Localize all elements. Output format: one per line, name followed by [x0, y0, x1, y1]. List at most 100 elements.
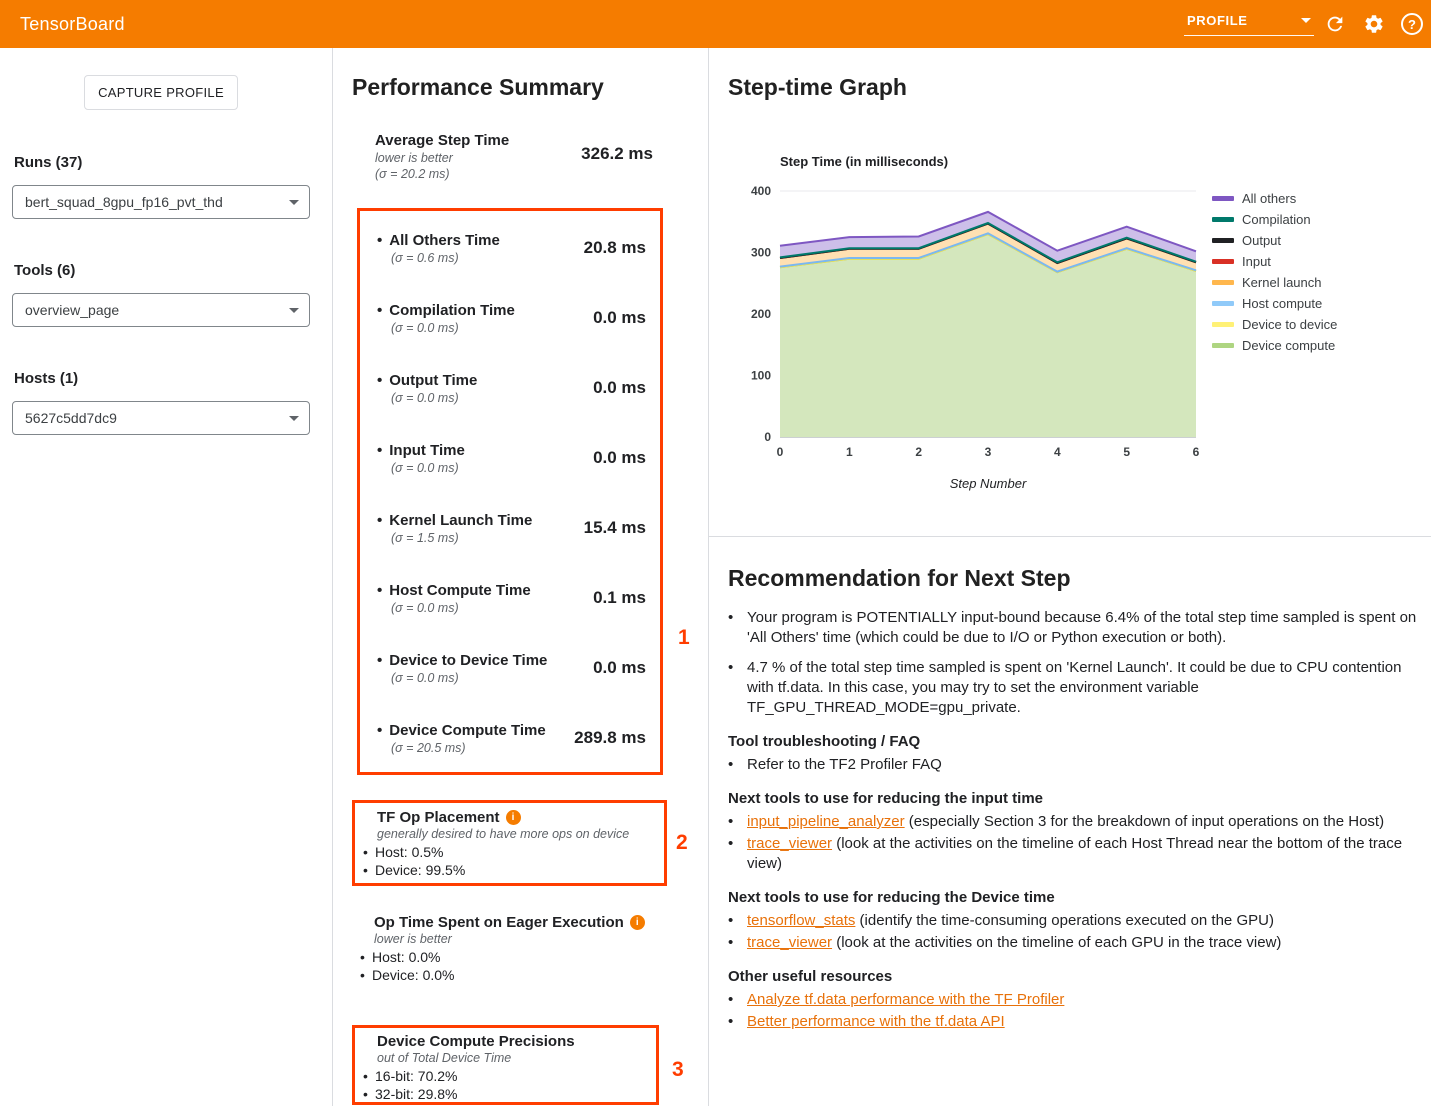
legend-item: Input: [1212, 251, 1337, 272]
tf-op-placement-note: generally desired to have more ops on de…: [377, 827, 664, 841]
sidebar: CAPTURE PROFILE Runs (37) bert_squad_8gp…: [0, 48, 333, 1106]
tools-select[interactable]: overview_page: [12, 293, 310, 327]
legend-item: Output: [1212, 230, 1337, 251]
runs-select[interactable]: bert_squad_8gpu_fp16_pvt_thd: [12, 185, 310, 219]
recommendation-item: tensorflow_stats (identify the time-cons…: [728, 911, 1422, 931]
settings-gear-icon[interactable]: [1363, 13, 1385, 35]
app-title: TensorBoard: [20, 14, 125, 35]
svg-text:100: 100: [751, 369, 771, 383]
average-step-time-label: Average Step Time: [375, 132, 509, 149]
link-analyze-tf-data-performance-with-the-tf-profiler[interactable]: Analyze tf.data performance with the TF …: [747, 991, 1064, 1008]
svg-text:200: 200: [751, 307, 771, 321]
svg-text:300: 300: [751, 246, 771, 260]
annotation-number-2: 2: [676, 831, 688, 855]
legend-swatch: [1212, 280, 1234, 285]
runs-select-value: bert_squad_8gpu_fp16_pvt_thd: [25, 194, 223, 210]
legend-item: Kernel launch: [1212, 272, 1337, 293]
average-step-time: Average Step Time lower is better (σ = 2…: [375, 132, 653, 181]
step-time-panel: Step-time Graph Step Time (in millisecon…: [709, 48, 1431, 1106]
legend-swatch: [1212, 238, 1234, 243]
legend-label: All others: [1242, 191, 1296, 206]
svg-text:0: 0: [764, 430, 771, 444]
step-time-chart: 01002003004000123456: [728, 172, 1208, 484]
info-icon[interactable]: [630, 915, 645, 930]
info-icon[interactable]: [506, 810, 521, 825]
link-better-performance-with-the-tf-data-api[interactable]: Better performance with the tf.data API: [747, 1013, 1005, 1030]
average-step-time-value: 326.2 ms: [581, 144, 653, 181]
legend-label: Host compute: [1242, 296, 1322, 311]
link-tensorflow-stats[interactable]: tensorflow_stats: [747, 912, 855, 929]
svg-text:0: 0: [777, 445, 784, 459]
device-compute-precisions-title-text: Device Compute Precisions: [377, 1033, 575, 1050]
eager-execution-title: Op Time Spent on Eager Execution: [374, 914, 660, 931]
stat-item: Device: 99.5%: [363, 861, 664, 879]
chevron-down-icon: [289, 200, 299, 205]
recommendation-section: Recommendation for Next Step Your progra…: [728, 565, 1422, 1034]
eager-execution-note: lower is better: [374, 932, 660, 946]
tf-op-placement-title-text: TF Op Placement: [377, 809, 500, 826]
link-input-pipeline-analyzer[interactable]: input_pipeline_analyzer: [747, 813, 905, 830]
legend-label: Output: [1242, 233, 1281, 248]
performance-summary-title: Performance Summary: [352, 74, 604, 101]
svg-text:4: 4: [1054, 445, 1061, 459]
section-divider: [709, 536, 1431, 537]
recommendation-bullet: 4.7 % of the total step time sampled is …: [728, 658, 1422, 718]
stat-item: 16-bit: 70.2%: [363, 1067, 656, 1085]
hosts-select-value: 5627c5dd7dc9: [25, 410, 117, 426]
recommendation-item: Better performance with the tf.data API: [728, 1012, 1422, 1032]
device-compute-precisions-annotation-box: Device Compute Precisions out of Total D…: [352, 1025, 659, 1105]
legend-label: Device compute: [1242, 338, 1335, 353]
metric-row: Output Time(σ = 0.0 ms)0.0 ms: [360, 353, 660, 423]
dashboard-selector[interactable]: PROFILE: [1184, 11, 1314, 36]
recommendation-subsections: Tool troubleshooting / FAQRefer to the T…: [728, 733, 1422, 1032]
recommendation-item: trace_viewer (look at the activities on …: [728, 834, 1422, 874]
annotation-number-1: 1: [678, 626, 690, 650]
recommendation-section-heading: Next tools to use for reducing the input…: [728, 790, 1422, 807]
refresh-icon[interactable]: [1324, 13, 1346, 35]
legend-swatch: [1212, 217, 1234, 222]
legend-label: Compilation: [1242, 212, 1311, 227]
tensorboard-profile-page: TensorBoard PROFILE CAPTURE PROFILE Runs…: [0, 0, 1431, 1106]
performance-summary-panel: Performance Summary Average Step Time lo…: [333, 48, 709, 1106]
legend-swatch: [1212, 322, 1234, 327]
legend-label: Input: [1242, 254, 1271, 269]
stat-item: Host: 0.5%: [363, 843, 664, 861]
hosts-select[interactable]: 5627c5dd7dc9: [12, 401, 310, 435]
metric-row: Input Time(σ = 0.0 ms)0.0 ms: [360, 423, 660, 493]
stat-item: 32-bit: 29.8%: [363, 1085, 656, 1103]
metric-row: Kernel Launch Time(σ = 1.5 ms)15.4 ms: [360, 493, 660, 563]
recommendation-bullet: Your program is POTENTIALLY input-bound …: [728, 608, 1422, 648]
chart-legend: All others Compilation Output Input Kernel l…: [1212, 188, 1337, 356]
recommendation-item: Analyze tf.data performance with the TF …: [728, 990, 1422, 1010]
legend-item: Compilation: [1212, 209, 1337, 230]
link-trace-viewer[interactable]: trace_viewer: [747, 835, 832, 852]
runs-label: Runs (37): [14, 154, 82, 171]
svg-text:2: 2: [915, 445, 922, 459]
eager-execution-list: Host: 0.0%Device: 0.0%: [360, 948, 660, 984]
help-icon[interactable]: [1401, 13, 1423, 35]
tf-op-placement-title: TF Op Placement: [377, 809, 664, 826]
recommendation-section-heading: Next tools to use for reducing the Devic…: [728, 889, 1422, 906]
app-header: TensorBoard PROFILE: [0, 0, 1431, 48]
average-step-time-labels: Average Step Time lower is better (σ = 2…: [375, 132, 509, 181]
recommendation-item: input_pipeline_analyzer (especially Sect…: [728, 812, 1422, 832]
legend-swatch: [1212, 259, 1234, 264]
recommendation-item: Refer to the TF2 Profiler FAQ: [728, 755, 1422, 775]
legend-swatch: [1212, 301, 1234, 306]
link-trace-viewer[interactable]: trace_viewer: [747, 934, 832, 951]
svg-text:6: 6: [1193, 445, 1200, 459]
recommendation-section-heading: Other useful resources: [728, 968, 1422, 985]
recommendation-title: Recommendation for Next Step: [728, 565, 1422, 592]
legend-label: Device to device: [1242, 317, 1337, 332]
metric-row: Compilation Time(σ = 0.0 ms)0.0 ms: [360, 283, 660, 353]
capture-profile-button[interactable]: CAPTURE PROFILE: [84, 75, 238, 110]
chart-x-axis-label: Step Number: [780, 476, 1196, 491]
svg-text:5: 5: [1123, 445, 1130, 459]
dashboard-selector-value: PROFILE: [1187, 13, 1248, 28]
chevron-down-icon: [289, 416, 299, 421]
device-compute-precisions-title: Device Compute Precisions: [377, 1033, 656, 1050]
eager-execution-block: Op Time Spent on Eager Execution lower i…: [360, 914, 660, 984]
recommendation-bullets: Your program is POTENTIALLY input-bound …: [728, 608, 1422, 718]
hosts-label: Hosts (1): [14, 370, 78, 387]
svg-text:1: 1: [846, 445, 853, 459]
